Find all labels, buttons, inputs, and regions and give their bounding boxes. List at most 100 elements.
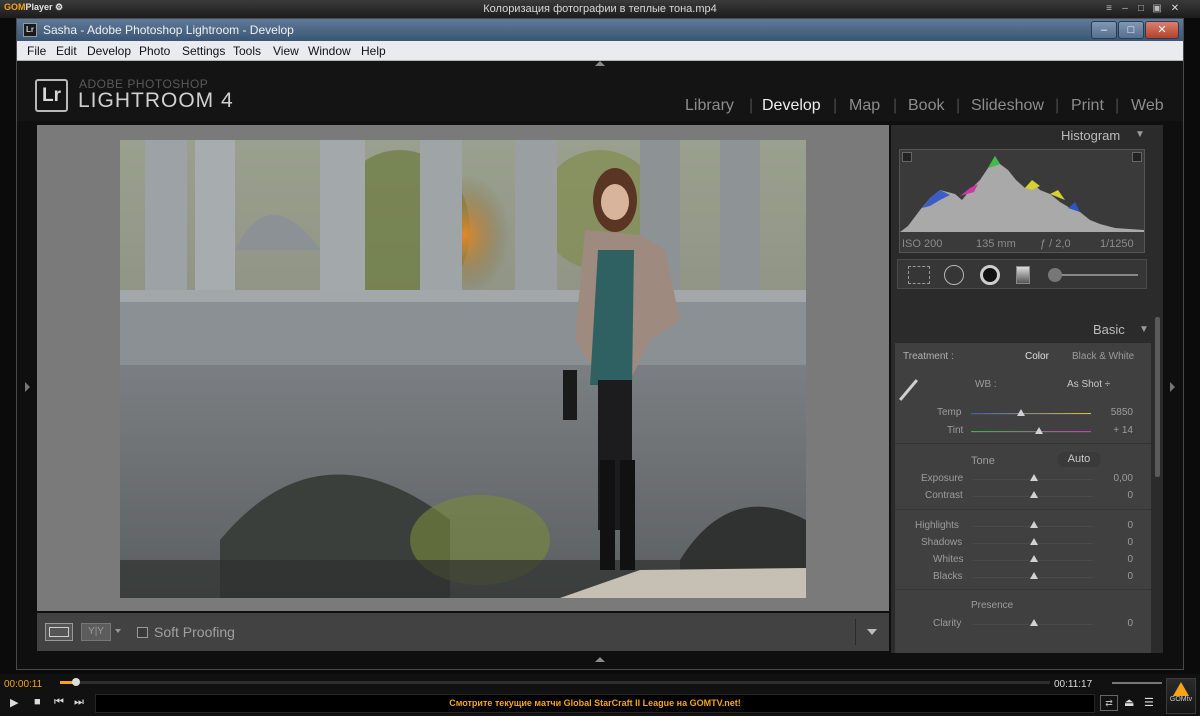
module-map[interactable]: Map: [849, 97, 880, 115]
basic-header[interactable]: Basic ▼: [891, 321, 1163, 341]
histogram-collapse-icon[interactable]: ▼: [1135, 129, 1145, 140]
shadow-clipping-icon[interactable]: [902, 152, 912, 162]
whites-value[interactable]: 0: [1093, 554, 1133, 565]
histogram-header[interactable]: Histogram: [1061, 128, 1120, 143]
whites-slider-knob[interactable]: [1030, 555, 1038, 562]
menu-view[interactable]: View: [273, 44, 299, 58]
module-library[interactable]: Library: [685, 97, 734, 115]
soft-proofing-checkbox[interactable]: [137, 627, 148, 638]
highlight-clipping-icon[interactable]: [1132, 152, 1142, 162]
module-separator: |: [893, 97, 898, 114]
highlights-value[interactable]: 0: [1093, 520, 1133, 531]
play-icon[interactable]: ▶: [10, 696, 18, 709]
gomtv-button[interactable]: GOMtv: [1166, 678, 1196, 714]
auto-tone-button[interactable]: Auto: [1057, 452, 1101, 467]
tint-value[interactable]: + 14: [1093, 425, 1133, 436]
tint-slider[interactable]: [971, 431, 1091, 433]
module-slideshow[interactable]: Slideshow: [971, 97, 1044, 115]
menu-settings[interactable]: Settings: [182, 44, 225, 58]
volume-slider[interactable]: [1112, 682, 1162, 684]
histogram-graph[interactable]: ISO 200 135 mm ƒ / 2,0 1/1250: [899, 149, 1145, 253]
module-web[interactable]: Web: [1131, 97, 1164, 115]
shadows-value[interactable]: 0: [1093, 537, 1133, 548]
brand-big: LIGHTROOM 4: [78, 89, 234, 112]
module-book[interactable]: Book: [908, 97, 944, 115]
eyedropper-icon[interactable]: [898, 379, 919, 401]
lightroom-window: Lr Sasha - Adobe Photoshop Lightroom - D…: [16, 18, 1184, 670]
eject-icon[interactable]: ⏏: [1124, 696, 1134, 709]
highlights-slider-knob[interactable]: [1030, 521, 1038, 528]
menu-help[interactable]: Help: [361, 44, 386, 58]
clarity-value[interactable]: 0: [1093, 618, 1133, 629]
toolbar-menu-chevron-down-icon[interactable]: [867, 629, 877, 635]
maximize-button[interactable]: □: [1118, 21, 1144, 39]
module-separator: |: [749, 97, 754, 114]
temp-slider[interactable]: [971, 413, 1091, 415]
right-panel-scrollbar[interactable]: [1155, 317, 1160, 477]
photo-image[interactable]: [120, 140, 806, 598]
control-panel-icon[interactable]: ⇄: [1100, 695, 1118, 711]
gomtv-label: GOMtv: [1169, 696, 1193, 703]
basic-panel: Treatment : Color Black & White WB : As …: [895, 343, 1151, 653]
exif-focal-length: 135 mm: [976, 238, 1016, 250]
crop-icon[interactable]: [908, 266, 930, 284]
exposure-value[interactable]: 0,00: [1093, 473, 1133, 484]
time-total: 00:11:17: [1054, 679, 1093, 690]
close-button[interactable]: ✕: [1145, 21, 1179, 39]
before-after-icon[interactable]: Y|Y: [81, 623, 111, 641]
previous-icon[interactable]: ⏮: [54, 696, 64, 709]
menu-develop[interactable]: Develop: [87, 44, 131, 58]
menu-edit[interactable]: Edit: [56, 44, 77, 58]
right-panel-toggle-icon[interactable]: [1170, 382, 1175, 392]
before-after-dropdown-icon[interactable]: [115, 629, 121, 633]
wb-select[interactable]: As Shot ÷: [1067, 379, 1110, 390]
red-eye-icon[interactable]: [980, 265, 1000, 285]
tint-slider-knob[interactable]: [1035, 427, 1043, 434]
menu-photo[interactable]: Photo: [139, 44, 170, 58]
seek-knob[interactable]: [71, 678, 80, 686]
module-develop[interactable]: Develop: [762, 97, 821, 115]
stop-icon[interactable]: ■: [34, 696, 41, 708]
lightroom-window-title: Sasha - Adobe Photoshop Lightroom - Deve…: [43, 23, 294, 37]
player-maximize-button[interactable]: □: [1134, 3, 1148, 15]
module-separator: |: [1055, 97, 1060, 114]
blacks-slider-knob[interactable]: [1030, 572, 1038, 579]
exif-aperture: ƒ / 2,0: [1040, 238, 1071, 250]
contrast-value[interactable]: 0: [1093, 490, 1133, 501]
blacks-label: Blacks: [933, 571, 963, 582]
collapse-top-arrow-icon[interactable]: [595, 61, 605, 66]
treatment-color-button[interactable]: Color: [1025, 351, 1049, 362]
treatment-bw-button[interactable]: Black & White: [1072, 351, 1134, 362]
contrast-slider-knob[interactable]: [1030, 491, 1038, 498]
menu-file[interactable]: File: [27, 44, 46, 58]
basic-collapse-icon[interactable]: ▼: [1139, 324, 1149, 335]
playlist-icon[interactable]: ☰: [1144, 696, 1154, 709]
exposure-slider-knob[interactable]: [1030, 474, 1038, 481]
player-menu-icon[interactable]: ≡: [1102, 3, 1116, 15]
loupe-view-icon[interactable]: [45, 623, 73, 641]
temp-slider-knob[interactable]: [1017, 409, 1025, 416]
lightroom-app-icon[interactable]: Lr: [23, 23, 37, 37]
photo-canvas[interactable]: [37, 125, 889, 611]
minimize-button[interactable]: –: [1091, 21, 1117, 39]
player-minimize-button[interactable]: –: [1118, 3, 1132, 15]
tool-strip: [897, 259, 1147, 289]
clarity-slider-knob[interactable]: [1030, 619, 1038, 626]
spot-removal-icon[interactable]: [944, 265, 964, 285]
whites-label: Whites: [933, 554, 964, 565]
left-panel-toggle-icon[interactable]: [25, 382, 30, 392]
next-icon[interactable]: ⏭: [74, 696, 84, 709]
menu-window[interactable]: Window: [308, 44, 351, 58]
menu-tools[interactable]: Tools: [233, 44, 261, 58]
blacks-value[interactable]: 0: [1093, 571, 1133, 582]
module-print[interactable]: Print: [1071, 97, 1104, 115]
player-ticker[interactable]: Смотрите текущие матчи Global StarCraft …: [95, 694, 1095, 713]
filmstrip-toggle-icon[interactable]: [595, 657, 605, 662]
temp-value[interactable]: 5850: [1093, 407, 1133, 418]
player-close-button[interactable]: ✕: [1168, 3, 1182, 15]
player-fullscreen-button[interactable]: ▣: [1150, 3, 1164, 15]
shadows-slider-knob[interactable]: [1030, 538, 1038, 545]
basic-title: Basic: [1093, 322, 1125, 337]
seek-bar[interactable]: [60, 678, 1050, 686]
graduated-filter-icon[interactable]: [1016, 266, 1030, 284]
